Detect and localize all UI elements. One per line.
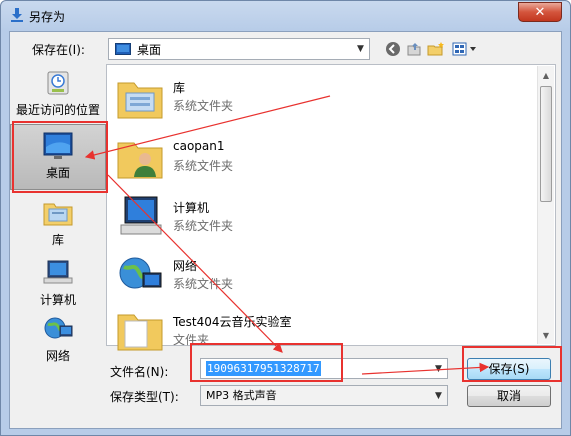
filename-label: 文件名(N): — [110, 365, 169, 379]
scrollbar-thumb[interactable] — [540, 86, 552, 202]
window-title: 另存为 — [29, 10, 66, 24]
place-label: 网络 — [45, 349, 70, 363]
file-name: 网络 — [173, 259, 198, 273]
place-label: 计算机 — [39, 293, 76, 307]
list-item[interactable]: Test404云音乐实验室 文件夹 — [115, 303, 515, 363]
scroll-down-icon[interactable]: ▼ — [538, 327, 554, 343]
up-folder-icon — [407, 43, 421, 56]
network-icon — [44, 317, 73, 339]
close-button[interactable]: ✕ — [518, 2, 562, 22]
save-in-label: 保存在(I): — [32, 43, 85, 57]
chevron-down-icon[interactable]: ▼ — [430, 386, 447, 406]
new-folder-icon — [427, 42, 444, 56]
desktop-icon — [43, 132, 73, 159]
file-name: 计算机 — [173, 201, 210, 215]
filename-input[interactable]: 19096317951328717 ▼ — [200, 358, 448, 379]
download-icon — [11, 8, 23, 22]
scroll-up-icon[interactable]: ▲ — [538, 67, 554, 83]
back-arrow-icon — [386, 42, 400, 56]
view-grid-icon — [452, 42, 476, 56]
file-type: 系统文件夹 — [173, 219, 234, 233]
place-recent[interactable]: 最近访问的位置 — [10, 68, 106, 118]
place-network[interactable]: 网络 — [10, 314, 106, 364]
file-name: Test404云音乐实验室 — [173, 315, 292, 329]
file-type: 系统文件夹 — [173, 159, 234, 173]
computer-icon — [120, 196, 162, 235]
file-name: caopan1 — [173, 139, 225, 153]
list-item[interactable]: 网络 系统文件夹 — [115, 247, 515, 307]
title-bar[interactable]: 另存为 ✕ — [1, 1, 570, 29]
recent-places-icon — [47, 71, 69, 95]
computer-icon — [43, 260, 73, 284]
back-button[interactable] — [383, 39, 403, 59]
location-value: 桌面 — [137, 42, 162, 57]
desktop-icon — [115, 43, 131, 55]
chevron-down-icon[interactable]: ▼ — [430, 359, 447, 379]
library-folder-icon — [117, 82, 163, 119]
place-label: 库 — [51, 233, 64, 247]
place-label: 最近访问的位置 — [15, 103, 100, 117]
location-dropdown[interactable]: 桌面 ▼ — [108, 38, 370, 60]
list-item[interactable]: caopan1 系统文件夹 — [115, 129, 515, 189]
network-icon — [119, 257, 162, 289]
up-folder-button[interactable] — [404, 39, 424, 59]
filetype-value: MP3 格式声音 — [206, 389, 277, 402]
save-button[interactable]: 保存(S) — [467, 358, 551, 380]
filetype-dropdown[interactable]: MP3 格式声音 ▼ — [200, 385, 448, 406]
filename-value: 19096317951328717 — [206, 361, 321, 376]
place-label: 桌面 — [45, 166, 70, 180]
file-type: 系统文件夹 — [173, 277, 234, 291]
user-folder-icon — [117, 142, 163, 179]
places-bar: 最近访问的位置 桌面 库 计算机 网络 — [10, 64, 106, 363]
filetype-label: 保存类型(T): — [110, 390, 179, 404]
place-libraries[interactable]: 库 — [10, 198, 106, 248]
new-folder-button[interactable] — [426, 39, 446, 59]
libraries-icon — [43, 203, 73, 226]
list-item[interactable]: 库 系统文件夹 — [115, 69, 515, 129]
place-computer[interactable]: 计算机 — [10, 258, 106, 308]
file-type: 文件夹 — [173, 333, 210, 347]
file-name: 库 — [173, 81, 186, 95]
folder-icon — [117, 314, 163, 351]
cancel-button[interactable]: 取消 — [467, 385, 551, 407]
list-item[interactable]: 计算机 系统文件夹 — [115, 189, 515, 249]
vertical-scrollbar[interactable]: ▲ ▼ — [537, 66, 554, 344]
file-list[interactable]: 库 系统文件夹 caopan1 系统文件夹 计算机 系统文件夹 网络 系统文件夹 — [106, 64, 556, 351]
place-desktop[interactable]: 桌面 — [10, 124, 106, 190]
view-menu-button[interactable] — [451, 39, 479, 59]
chevron-down-icon[interactable]: ▼ — [352, 39, 369, 59]
file-type: 系统文件夹 — [173, 99, 234, 113]
